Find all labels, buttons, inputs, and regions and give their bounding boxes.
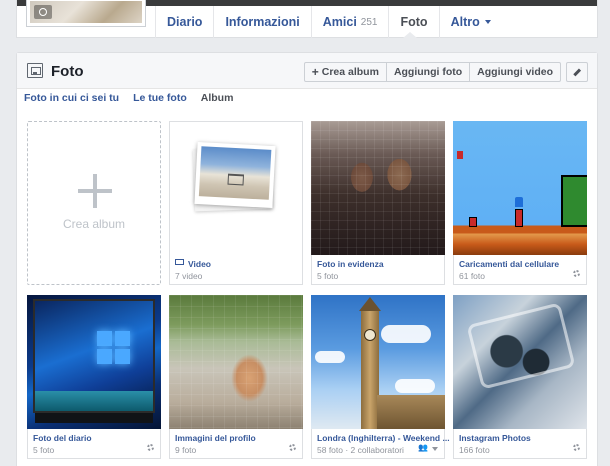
photos-panel: Foto + Crea album Aggiungi foto Aggiungi … [16,52,598,466]
create-album-tile[interactable]: Crea album [27,121,161,285]
album-name[interactable]: Foto in evidenza [317,259,384,269]
tab-diario[interactable]: Diario [155,6,213,38]
album-cover[interactable] [311,295,445,429]
create-album-button[interactable]: + Crea album [303,62,387,82]
profile-picture[interactable] [27,0,145,26]
game-bush [561,175,587,227]
wallpaper-sea [35,391,153,411]
add-photos-button[interactable]: Aggiungi foto [385,62,471,82]
cloud [395,379,435,393]
create-album-tile-label: Crea album [62,217,126,231]
album-cover[interactable] [169,121,303,255]
video-still [198,146,272,200]
album-count: 5 foto [317,271,339,281]
windows-logo-icon [97,331,131,365]
photos-actions: + Crea album Aggiungi foto Aggiungi video [303,62,561,82]
button-label: Crea album [321,66,379,78]
gear-icon[interactable] [573,444,580,451]
tab-label: Altro [450,15,480,29]
plus-icon [78,174,112,208]
photos-subtabs: Foto in cui ci sei tu Le tue foto Album [24,91,247,111]
profile-nav: Diario Informazioni Amici 251 Foto Altro [155,6,502,38]
album-cover[interactable] [311,121,445,255]
add-video-button[interactable]: Aggiungi video [469,62,561,82]
button-label: Aggiungi foto [393,66,463,78]
photos-panel-header: Foto + Crea album Aggiungi foto Aggiungi … [17,53,597,89]
tab-informazioni[interactable]: Informazioni [213,6,310,38]
camera-icon[interactable] [34,5,52,19]
edit-button[interactable] [566,62,588,82]
active-tab-indicator [403,32,418,38]
taskbar [35,413,153,423]
tab-label: Foto [400,15,428,29]
tab-altro[interactable]: Altro [438,6,502,38]
button-label: Aggiungi video [477,66,553,78]
album-info: Foto del diario 5 foto [27,429,161,459]
chevron-down-icon[interactable] [432,447,438,451]
album-name[interactable]: Immagini del profilo [175,433,256,443]
clock-face [364,329,376,341]
cloud [381,325,431,343]
tab-label: Amici [322,15,357,29]
subtab-albums[interactable]: Album [201,91,234,111]
game-pipe [515,209,523,227]
tab-amici[interactable]: Amici 251 [310,6,389,38]
album-name[interactable]: Caricamenti dal cellulare [459,259,559,269]
album-name[interactable]: Londra (Inghilterra) - Weekend ... [317,433,450,443]
album-info: Instagram Photos 166 foto [453,429,587,459]
gear-icon[interactable] [289,444,296,451]
subtab-photos-of-you[interactable]: Foto in cui ci sei tu [24,91,119,111]
album-name[interactable]: Instagram Photos [459,433,531,443]
gear-icon[interactable] [573,270,580,277]
page-title: Foto [51,63,84,80]
plus-icon: + [311,65,319,79]
profile-header: Diario Informazioni Amici 251 Foto Altro [16,0,598,38]
album-count: 166 foto [459,445,490,455]
album-info: Video 7 video [169,255,303,285]
tab-label: Informazioni [225,15,300,29]
tab-label: Diario [167,15,203,29]
album-count: 61 foto [459,271,485,281]
tab-foto[interactable]: Foto [388,6,438,38]
subtab-your-photos[interactable]: Le tue foto [133,91,187,111]
album-cover[interactable] [169,295,303,429]
album-info: Londra (Inghilterra) - Weekend ... 58 fo… [311,429,450,459]
game-character [515,197,523,207]
cloud [315,351,345,363]
album-info: Foto in evidenza 5 foto [311,255,445,285]
album-cover[interactable] [453,295,587,429]
game-pipe [469,217,477,227]
shared-album-icon[interactable]: 👥 [418,443,428,452]
video-camera-icon [175,259,184,265]
album-info: Caricamenti dal cellulare 61 foto [453,255,587,285]
photos-icon [27,63,43,78]
album-cover[interactable] [453,121,587,255]
video-thumbnail [194,142,276,208]
album-count: 58 foto · 2 collaboratori [317,445,404,455]
album-count: 9 foto [175,445,197,455]
parliament-building [377,395,445,429]
album-name[interactable]: Foto del diario [33,433,92,443]
chevron-down-icon [484,20,491,24]
friends-count: 251 [360,16,378,28]
pencil-icon [573,68,581,76]
album-count: 7 video [175,271,203,281]
album-name[interactable]: Video [188,259,211,269]
gear-icon[interactable] [147,444,154,451]
album-cover[interactable] [27,295,161,429]
album-info: Immagini del profilo 9 foto [169,429,303,459]
album-count: 5 foto [33,445,55,455]
game-block [457,151,463,159]
